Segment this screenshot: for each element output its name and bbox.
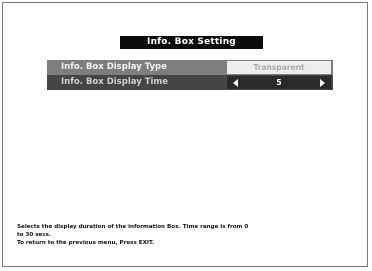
menu-item-label: Info. Box Display Time [61, 77, 169, 87]
arrow-right-icon[interactable] [320, 79, 325, 87]
menu-item-display-type[interactable]: Info. Box Display Type Transparent [47, 60, 333, 75]
menu-item-display-time[interactable]: Info. Box Display Time 5 [47, 75, 333, 90]
display-time-selector[interactable]: 5 [227, 76, 331, 89]
display-time-value-text: 5 [276, 78, 282, 87]
display-type-value[interactable]: Transparent [227, 61, 331, 74]
help-line: to 30 secs. [17, 232, 52, 238]
menu-item-label: Info. Box Display Type [61, 62, 167, 72]
help-text: Selects the display duration of the info… [17, 223, 357, 247]
arrow-left-icon[interactable] [233, 79, 238, 87]
help-line: To return to the previous menu, Press EX… [17, 240, 155, 246]
menu-title: Info. Box Setting [120, 36, 263, 49]
display-type-value-text: Transparent [253, 63, 305, 72]
osd-screen: Info. Box Setting Info. Box Display Type… [2, 2, 368, 267]
help-line: Selects the display duration of the info… [17, 224, 249, 230]
